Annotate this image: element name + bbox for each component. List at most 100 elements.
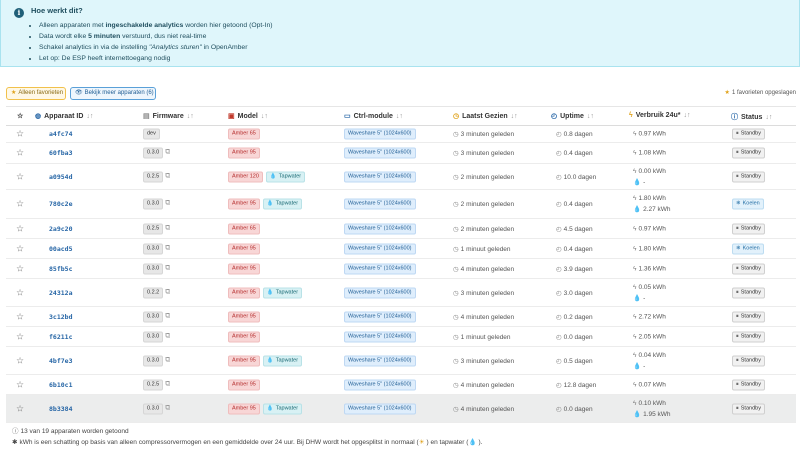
favorites-only-button[interactable]: ★ Alleen favorieten (6, 87, 66, 100)
external-link-icon[interactable]: ⧉ (165, 264, 170, 271)
stopwatch-icon: ◴ (556, 405, 562, 413)
table-row[interactable]: ☆ 3c12bd 0.3.0 ⧉ Amber 95 Waveshare 5" (1024x… (6, 307, 796, 327)
table-row[interactable]: ☆ 780c2e 0.3.0 ⧉ Amber 95 💧 Tapwater Waveshare … (6, 190, 796, 219)
header-status[interactable]: ⓘ Status ↓↑ (731, 112, 772, 122)
ctrl-badge: Waveshare 5" (1024x600) (344, 198, 416, 210)
device-id[interactable]: 85fb5c (49, 265, 72, 273)
last-seen: ◷ 3 minuten geleden (453, 289, 515, 297)
external-link-icon[interactable]: ⧉ (165, 288, 170, 295)
external-link-icon[interactable]: ⧉ (165, 380, 170, 387)
external-link-icon[interactable]: ⧉ (165, 172, 170, 179)
device-id[interactable]: 4bf7e3 (49, 357, 72, 365)
stopwatch-icon: ◴ (556, 265, 562, 273)
firmware-cell: 0.2.2 ⧉ (143, 287, 170, 298)
external-link-icon[interactable]: ⧉ (165, 224, 170, 231)
favorite-star-icon[interactable]: ☆ (16, 311, 24, 322)
pause-icon: ⏸ (736, 357, 739, 363)
external-link-icon[interactable]: ⧉ (165, 332, 170, 339)
table-row[interactable]: ☆ 60fba3 0.3.0 ⧉ Amber 95 Waveshare 5" (1024x… (6, 143, 796, 164)
table-row[interactable]: ☆ 00acd5 0.3.0 ⧉ Amber 95 Waveshare 5" (1024x… (6, 239, 796, 259)
clock-icon: ◷ (453, 150, 459, 157)
table-row[interactable]: ☆ 24312a 0.2.2 ⧉ Amber 95 💧 Tapwater Waveshare … (6, 279, 796, 307)
header-ctrl-module[interactable]: ▭ Ctrl-module ↓↑ (344, 112, 403, 120)
ctrl-cell: Waveshare 5" (1024x600) (344, 311, 416, 322)
favorite-star-icon[interactable]: ☆ (16, 171, 24, 182)
last-seen: ◷ 3 minuten geleden (453, 357, 515, 365)
show-more-devices-button[interactable]: 👁 Bekijk meer apparaten (6) (70, 87, 156, 100)
model-badge: Amber 95 (228, 147, 260, 159)
header-last-seen[interactable]: ◷ Laatst Gezien ↓↑ (453, 112, 518, 120)
bolt-icon: ϟ (633, 195, 637, 202)
table-row[interactable]: ☆ f6211c 0.3.0 ⧉ Amber 95 Waveshare 5" (1024x… (6, 327, 796, 347)
table-row[interactable]: ☆ 6b10c1 0.2.5 ⧉ Amber 95 Waveshare 5" (1024x… (6, 375, 796, 395)
favorite-star-icon[interactable]: ☆ (16, 287, 24, 298)
sort-icon: ↓↑ (765, 114, 773, 121)
favorite-star-icon[interactable]: ☆ (16, 331, 24, 342)
ctrl-cell: Waveshare 5" (1024x600) (344, 263, 416, 274)
stopwatch-icon: ◴ (556, 225, 562, 233)
external-link-icon[interactable]: ⧉ (165, 356, 170, 363)
device-id[interactable]: 3c12bd (49, 313, 72, 321)
globe-icon: ◍ (35, 113, 42, 120)
table-row[interactable]: ☆ 4bf7e3 0.3.0 ⧉ Amber 95 💧 Tapwater Waveshare … (6, 347, 796, 375)
bolt-icon: ϟ (633, 245, 637, 252)
favorite-star-icon[interactable]: ☆ (16, 243, 24, 254)
table-row[interactable]: ☆ a0954d 0.2.5 ⧉ Amber 120 💧 Tapwater Waveshare… (6, 164, 796, 190)
favorite-star-icon[interactable]: ☆ (16, 403, 24, 414)
device-id[interactable]: 24312a (49, 289, 72, 297)
clock-icon: ◷ (453, 113, 460, 120)
external-link-icon[interactable]: ⧉ (165, 244, 170, 251)
header-usage[interactable]: ϟ Verbruik 24u* ↓↑ (629, 112, 690, 119)
header-model[interactable]: ▣ Model ↓↑ (228, 112, 268, 120)
tapwater-badge: 💧 Tapwater (262, 403, 303, 414)
usage-tapwater: 💧 - (633, 294, 646, 302)
table-row[interactable]: ☆ 8b3384 0.3.0 ⧉ Amber 95 💧 Tapwater Waveshare … (6, 395, 796, 423)
pause-icon: ⏸ (736, 381, 739, 387)
favorite-star-icon[interactable]: ☆ (16, 199, 24, 210)
external-link-icon[interactable]: ⧉ (165, 312, 170, 319)
bolt-icon: ϟ (633, 313, 637, 320)
table-row[interactable]: ☆ 85fb5c 0.3.0 ⧉ Amber 95 Waveshare 5" (1024x… (6, 259, 796, 279)
stopwatch-icon: ◴ (556, 131, 562, 138)
device-id[interactable]: 60fba3 (49, 149, 72, 157)
device-id[interactable]: f6211c (49, 333, 72, 341)
bolt-icon: ϟ (633, 225, 637, 232)
external-link-icon[interactable]: ⧉ (165, 149, 170, 156)
device-id[interactable]: a4fc74 (49, 130, 72, 138)
sort-icon: ↓↑ (86, 113, 94, 120)
usage-normal: ϟ 0.10 kWh (633, 399, 666, 407)
water-drop-icon: 💧 (633, 206, 642, 213)
favorite-star-icon[interactable]: ☆ (16, 263, 24, 274)
status-cell: ⏸ Standby (732, 379, 765, 390)
device-id[interactable]: a0954d (49, 173, 72, 181)
firmware-cell: 0.2.5 ⧉ (143, 379, 170, 390)
favorite-star-icon[interactable]: ☆ (16, 148, 24, 159)
ctrl-badge: Waveshare 5" (1024x600) (344, 403, 416, 414)
header-firmware[interactable]: ▤ Firmware ↓↑ (143, 112, 194, 120)
ctrl-badge: Waveshare 5" (1024x600) (344, 379, 416, 390)
device-id[interactable]: 780c2e (49, 200, 72, 208)
header-device-id[interactable]: ◍ Apparaat ID ↓↑ (35, 112, 93, 120)
snowflake-icon: ❄ (736, 245, 741, 251)
firmware-badge: 0.3.0 (143, 331, 164, 342)
table-header: ☆ ◍ Apparaat ID ↓↑ ▤ Firmware ↓↑ ▣ Model ↓↑ ▭ C… (6, 106, 796, 126)
device-id[interactable]: 8b3384 (49, 405, 72, 413)
usage: ϟ 1.36 kWh (633, 263, 666, 274)
last-seen: ◷ 4 minuten geleden (453, 405, 515, 413)
favorite-star-icon[interactable]: ☆ (16, 379, 24, 390)
favorite-star-icon[interactable]: ☆ (16, 223, 24, 234)
device-id[interactable]: 6b10c1 (49, 381, 72, 389)
device-id[interactable]: 2a9c20 (49, 225, 72, 233)
stopwatch-icon: ◴ (556, 357, 562, 365)
header-uptime[interactable]: ◴ Uptime ↓↑ (551, 112, 594, 120)
external-link-icon[interactable]: ⧉ (165, 404, 170, 411)
stopwatch-icon: ◴ (556, 245, 562, 253)
favorite-star-icon[interactable]: ☆ (16, 355, 24, 366)
pause-icon: ⏸ (736, 313, 739, 319)
external-link-icon[interactable]: ⧉ (165, 200, 170, 207)
device-id[interactable]: 00acd5 (49, 245, 72, 253)
table-row[interactable]: ☆ a4fc74 dev Amber 65 Waveshare 5" (1024x600… (6, 126, 796, 143)
table-row[interactable]: ☆ 2a9c20 0.2.5 ⧉ Amber 65 Waveshare 5" (1024x… (6, 219, 796, 239)
favorite-star-icon[interactable]: ☆ (16, 129, 24, 140)
header-favorite[interactable]: ☆ (17, 112, 23, 120)
